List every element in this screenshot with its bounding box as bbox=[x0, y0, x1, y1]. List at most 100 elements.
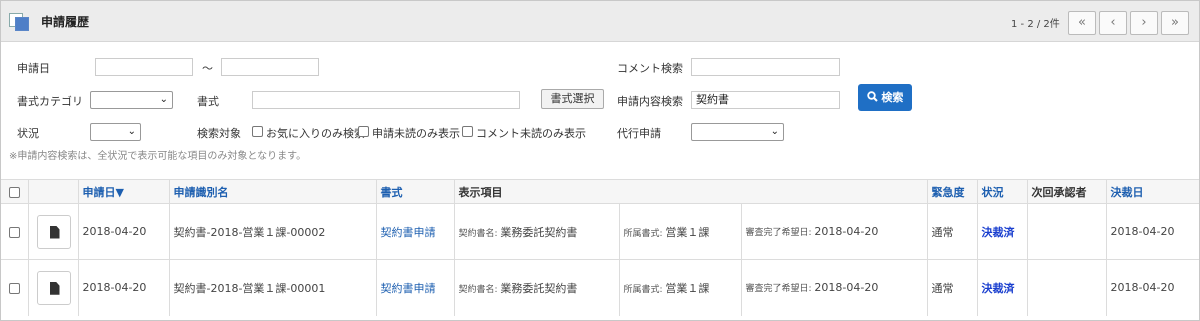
search-target-label: 検索対象 bbox=[197, 127, 241, 140]
favorites-only-label: お気に入りのみ検索 bbox=[266, 127, 365, 140]
cell-status-link[interactable]: 決裁済 bbox=[976, 259, 1028, 316]
row-doc-cell bbox=[27, 203, 78, 260]
row-select-cell bbox=[1, 203, 28, 260]
cell-decision-date: 2018-04-20 bbox=[1105, 259, 1200, 316]
form-category-label: 書式カテゴリ bbox=[17, 95, 83, 108]
select-all-checkbox[interactable] bbox=[8, 186, 20, 198]
table-row[interactable]: 2018-04-20 契約書-2018-営業１課-00001 契約書申請 契約書… bbox=[1, 259, 1200, 316]
status-label: 状況 bbox=[17, 127, 39, 140]
row-checkbox[interactable] bbox=[8, 226, 20, 238]
document-icon bbox=[49, 225, 60, 239]
cell-status-link[interactable]: 決裁済 bbox=[976, 203, 1028, 260]
next-page-button[interactable]: › bbox=[1130, 11, 1158, 35]
application-history-panel: 申請履歴 1 - 2 / 2件 « ‹ › » 申請日 ～ コメント検索 書式カ… bbox=[0, 0, 1200, 321]
search-button-label: 検索 bbox=[881, 91, 904, 104]
item3-label: 審査完了希望日: bbox=[745, 284, 812, 295]
item3-value: 2018-04-20 bbox=[814, 225, 879, 238]
form-select-button[interactable]: 書式選択 bbox=[541, 89, 604, 109]
cell-urgency: 通常 bbox=[926, 259, 978, 316]
col-apply-id[interactable]: 申請識別名 bbox=[168, 179, 376, 204]
col-status[interactable]: 状況 bbox=[976, 179, 1028, 204]
comment-search-label: コメント検索 bbox=[617, 62, 683, 75]
double-chevron-left-icon: « bbox=[1078, 15, 1086, 30]
item1-value: 業務委託契約書 bbox=[500, 225, 578, 239]
unread-comment-checkbox[interactable] bbox=[462, 126, 473, 137]
cell-urgency: 通常 bbox=[926, 203, 978, 260]
panel-header: 申請履歴 1 - 2 / 2件 « ‹ › » bbox=[1, 1, 1199, 42]
col-decision-date[interactable]: 決裁日 bbox=[1105, 179, 1200, 204]
cell-item2: 所属書式: 営業１課 bbox=[618, 203, 741, 260]
content-search-input[interactable]: 契約書 bbox=[691, 91, 840, 109]
search-button[interactable]: 検索 bbox=[858, 84, 912, 111]
content-search-label: 申請内容検索 bbox=[617, 95, 683, 108]
cell-item3: 審査完了希望日: 2018-04-20 bbox=[740, 203, 928, 260]
item1-label: 契約書名: bbox=[458, 228, 498, 239]
chevron-down-icon: ⌄ bbox=[159, 94, 168, 105]
item3-label: 審査完了希望日: bbox=[745, 228, 812, 238]
row-checkbox[interactable] bbox=[8, 282, 20, 294]
cell-form-link[interactable]: 契約書申請 bbox=[375, 203, 454, 260]
form-label: 書式 bbox=[197, 95, 219, 108]
col-next-approver: 次回承認者 bbox=[1026, 179, 1107, 204]
page-title: 申請履歴 bbox=[41, 15, 90, 29]
date-from-input[interactable] bbox=[95, 58, 193, 76]
col-display-items: 表示項目 bbox=[453, 179, 928, 204]
document-button[interactable] bbox=[36, 214, 71, 249]
cell-item3: 審査完了希望日: 2018-04-20 bbox=[740, 259, 928, 316]
search-note: ※申請内容検索は、全状況で表示可能な項目のみ対象となります。 bbox=[9, 151, 307, 162]
cell-decision-date: 2018-04-20 bbox=[1105, 203, 1200, 260]
cell-apply-date: 2018-04-20 bbox=[77, 203, 169, 260]
cell-apply-id: 契約書-2018-営業１課-00002 bbox=[168, 203, 376, 260]
date-range-separator: ～ bbox=[202, 62, 213, 75]
item2-label: 所属書式: bbox=[623, 228, 663, 239]
cell-next-approver bbox=[1026, 259, 1107, 316]
item2-value: 営業１課 bbox=[665, 225, 710, 239]
item1-label: 契約書名: bbox=[458, 284, 498, 295]
unread-apply-checkbox[interactable] bbox=[358, 126, 369, 137]
first-page-button[interactable]: « bbox=[1068, 11, 1096, 35]
form-input[interactable] bbox=[252, 91, 520, 109]
last-page-button[interactable]: » bbox=[1161, 11, 1189, 35]
row-doc-cell bbox=[27, 259, 78, 316]
unread-comment-label: コメント未読のみ表示 bbox=[476, 127, 586, 140]
icon-col-header bbox=[27, 179, 78, 204]
col-form[interactable]: 書式 bbox=[375, 179, 454, 204]
item1-value: 業務委託契約書 bbox=[500, 281, 578, 295]
proxy-apply-label: 代行申請 bbox=[617, 127, 661, 140]
col-urgency[interactable]: 緊急度 bbox=[926, 179, 978, 204]
row-select-cell bbox=[1, 259, 28, 316]
cell-item2: 所属書式: 営業１課 bbox=[618, 259, 741, 316]
chevron-down-icon: ⌄ bbox=[770, 126, 779, 137]
chevron-right-icon: › bbox=[1141, 15, 1147, 30]
search-icon bbox=[866, 91, 878, 102]
document-icon bbox=[49, 281, 60, 295]
unread-apply-label: 申請未読のみ表示 bbox=[372, 127, 460, 140]
cell-apply-date: 2018-04-20 bbox=[77, 259, 169, 316]
double-chevron-right-icon: » bbox=[1171, 15, 1179, 30]
item3-value: 2018-04-20 bbox=[814, 281, 879, 295]
chevron-left-icon: ‹ bbox=[1110, 15, 1116, 30]
cell-form-link[interactable]: 契約書申請 bbox=[375, 259, 454, 316]
history-table: 申請日▼ 申請識別名 書式 表示項目 緊急度 状況 次回承認者 決裁日 2018… bbox=[1, 179, 1200, 316]
cell-item1: 契約書名: 業務委託契約書 bbox=[453, 259, 619, 316]
favorites-only-checkbox[interactable] bbox=[252, 126, 263, 137]
cell-item1: 契約書名: 業務委託契約書 bbox=[453, 203, 619, 260]
table-row[interactable]: 2018-04-20 契約書-2018-営業１課-00002 契約書申請 契約書… bbox=[1, 203, 1200, 260]
proxy-apply-select[interactable]: ⌄ bbox=[691, 123, 784, 141]
select-all-cell bbox=[1, 179, 28, 204]
form-category-select[interactable]: ⌄ bbox=[90, 91, 173, 109]
status-select[interactable]: ⌄ bbox=[90, 123, 141, 141]
pager-info: 1 - 2 / 2件 bbox=[1011, 19, 1060, 30]
apply-date-label: 申請日 bbox=[17, 62, 50, 75]
document-button[interactable] bbox=[36, 270, 71, 305]
comment-search-input[interactable] bbox=[691, 58, 840, 76]
item2-label: 所属書式: bbox=[623, 284, 663, 295]
chevron-down-icon: ⌄ bbox=[127, 126, 136, 137]
cell-next-approver bbox=[1026, 203, 1107, 260]
date-to-input[interactable] bbox=[221, 58, 319, 76]
item2-value: 営業１課 bbox=[665, 281, 710, 295]
prev-page-button[interactable]: ‹ bbox=[1099, 11, 1127, 35]
cell-apply-id: 契約書-2018-営業１課-00001 bbox=[168, 259, 376, 316]
col-apply-date[interactable]: 申請日▼ bbox=[77, 179, 169, 204]
history-icon bbox=[9, 11, 31, 31]
